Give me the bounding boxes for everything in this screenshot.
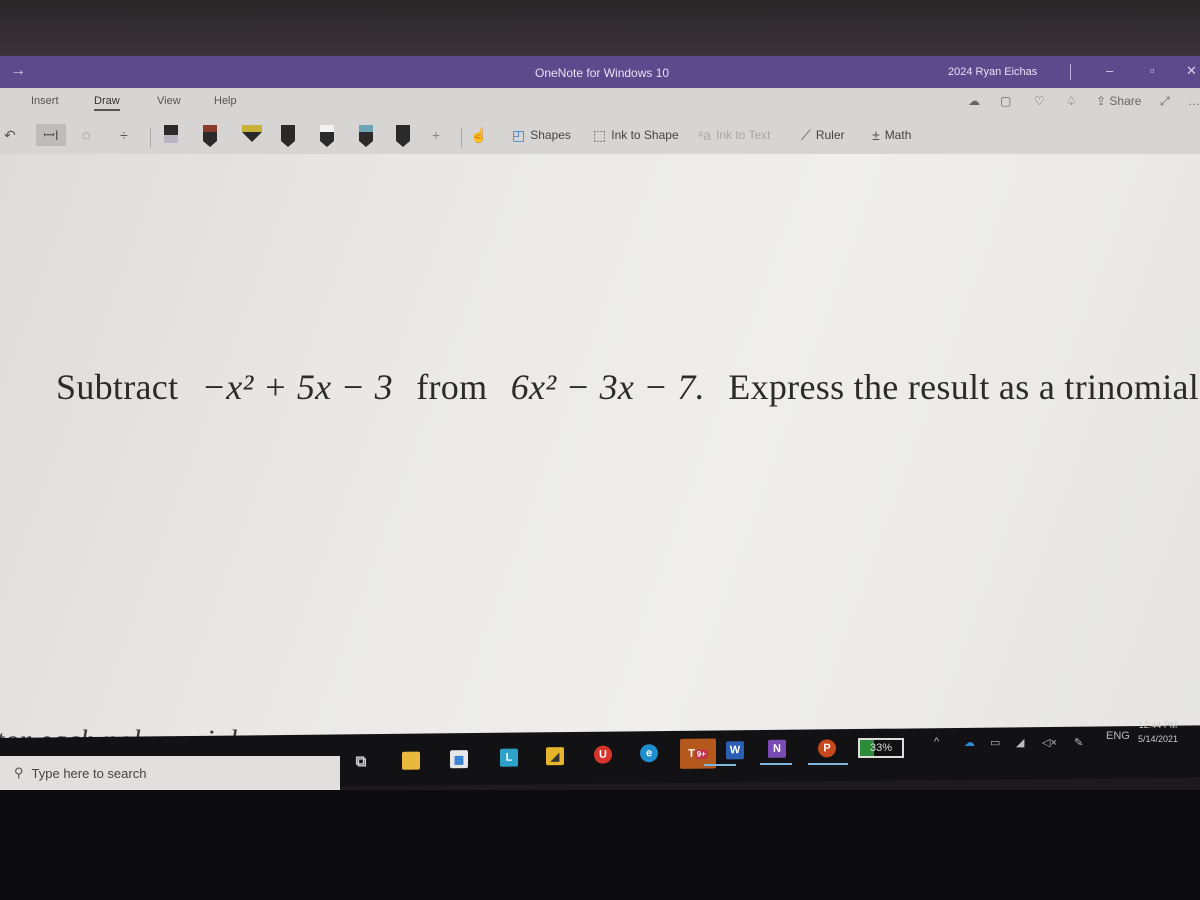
laptop-bezel	[0, 790, 1200, 900]
store-icon[interactable]: ▦	[450, 750, 468, 769]
taskbar-search[interactable]: ⚲ Type here to search	[0, 756, 340, 790]
title-bar: → OneNote for Windows 10 2024 Ryan Eicha…	[0, 56, 1200, 88]
question-text: Subtract −x² + 5x − 3 from 6x² − 3x − 7.…	[56, 366, 1200, 408]
highlighter-icon[interactable]	[242, 125, 262, 147]
tips-icon[interactable]: ♡	[1034, 94, 1045, 108]
math-icon: ±	[872, 127, 880, 143]
share-label: Share	[1109, 94, 1142, 108]
touch-draw-icon[interactable]: ☝	[470, 124, 492, 146]
notifications-icon[interactable]: ♤	[1066, 94, 1077, 108]
search-placeholder: Type here to search	[31, 765, 147, 781]
user-name[interactable]: 2024 Ryan Eichas	[948, 66, 1037, 78]
wifi-icon[interactable]: ◢	[1016, 736, 1024, 749]
tab-help[interactable]: Help	[214, 95, 237, 107]
edge-icon[interactable]: e	[640, 744, 658, 763]
ink-to-text-icon: ᵃa	[698, 127, 711, 143]
question-prefix: Subtract	[56, 367, 179, 407]
type-lasso-icon[interactable]: ꟷI	[36, 124, 66, 146]
file-explorer-icon[interactable]	[402, 751, 420, 770]
add-space-icon[interactable]: ÷	[120, 124, 133, 146]
close-button[interactable]: ✕	[1186, 63, 1197, 79]
math-label: Math	[884, 128, 912, 142]
divider	[150, 128, 151, 148]
red-app-icon[interactable]: U	[594, 745, 612, 764]
word-icon[interactable]: W	[726, 741, 744, 760]
lasso-select-icon[interactable]: ◌	[82, 124, 95, 146]
shapes-icon: ◰	[512, 126, 526, 143]
language-indicator[interactable]: ENG	[1106, 730, 1130, 742]
share-icon: ⇪	[1096, 94, 1107, 108]
sync-icon[interactable]: ☁	[968, 94, 980, 108]
pen-2-icon[interactable]	[203, 125, 217, 147]
onenote-running-indicator	[760, 763, 792, 765]
shapes-button[interactable]: ◰ Shapes	[512, 124, 571, 146]
minimize-button[interactable]: –	[1106, 63, 1113, 78]
ink-to-shape-icon: ⬚	[593, 126, 607, 143]
pen-workspace-icon[interactable]: ✎	[1074, 736, 1083, 749]
pen-5-icon[interactable]	[359, 125, 373, 147]
ink-to-text-label: Ink to Text	[716, 128, 771, 142]
ink-to-text-button[interactable]: ᵃa Ink to Text	[698, 124, 770, 146]
screen-bezel	[0, 0, 1200, 56]
onedrive-icon[interactable]: ☁	[964, 736, 975, 749]
back-arrow-icon[interactable]: →	[10, 62, 26, 80]
ribbon: Insert Draw View Help ☁ ▢ ♡ ♤ ⇪ Share ⤢ …	[0, 88, 1200, 154]
maximize-button[interactable]: ▫	[1150, 63, 1155, 78]
more-icon[interactable]: …	[1188, 94, 1200, 108]
pen-1-icon[interactable]	[164, 125, 178, 147]
volume-muted-icon[interactable]: ◁×	[1042, 736, 1057, 749]
show-hidden-icons-icon[interactable]: ^	[934, 736, 939, 748]
clock-time: 12:44 PM	[1138, 720, 1178, 730]
ink-to-shape-button[interactable]: ⬚ Ink to Shape	[593, 124, 679, 146]
expression-subtrahend: −x² + 5x − 3	[201, 367, 393, 407]
fullscreen-icon[interactable]: ⤢	[1160, 94, 1170, 109]
pen-4-icon[interactable]	[320, 125, 334, 147]
app-title: OneNote for Windows 10	[535, 66, 670, 80]
clock[interactable]: 12:44 PM 5/14/2021	[1138, 718, 1178, 746]
battery-tray-icon[interactable]: ▭	[990, 736, 1000, 749]
ink-to-shape-label: Ink to Shape	[611, 128, 679, 142]
notebooks-icon[interactable]: ▢	[1000, 94, 1011, 108]
divider	[461, 128, 462, 148]
tab-view[interactable]: View	[157, 95, 181, 107]
ruler-label: Ruler	[815, 128, 845, 142]
task-view-icon[interactable]: ⧉	[352, 752, 370, 770]
l-app-icon[interactable]: L	[500, 748, 518, 767]
ruler-button[interactable]: ⟋ Ruler	[801, 124, 845, 146]
powerpoint-running-indicator	[808, 763, 848, 765]
ruler-icon: ⟋	[801, 126, 811, 143]
search-icon: ⚲	[14, 765, 24, 780]
question-from: from	[416, 367, 488, 407]
pen-3-icon[interactable]	[281, 125, 295, 147]
shapes-label: Shapes	[530, 128, 571, 142]
sticky-notes-icon[interactable]: ◢	[546, 747, 564, 766]
question-suffix: Express the result as a trinomial.	[728, 367, 1200, 407]
share-button[interactable]: ⇪ Share	[1096, 94, 1141, 108]
onenote-icon[interactable]: N	[768, 739, 786, 758]
teams-badge: 9+	[694, 749, 708, 759]
pen-6-icon[interactable]	[396, 125, 410, 147]
powerpoint-icon[interactable]: P	[818, 739, 836, 758]
add-pen-icon[interactable]: +	[432, 124, 445, 146]
tab-draw[interactable]: Draw	[94, 95, 120, 111]
battery-percent: 33%	[869, 742, 893, 754]
expression-minuend: 6x² − 3x − 7.	[510, 367, 705, 407]
word-running-indicator	[704, 764, 736, 766]
math-button[interactable]: ± Math	[872, 124, 911, 146]
clock-date: 5/14/2021	[1138, 734, 1179, 744]
note-canvas[interactable]: Subtract −x² + 5x − 3 from 6x² − 3x − 7.…	[0, 154, 1200, 757]
undo-icon[interactable]: ↶	[4, 124, 21, 146]
tab-insert[interactable]: Insert	[31, 95, 59, 107]
divider	[1070, 64, 1071, 80]
battery-indicator[interactable]: 33%	[858, 738, 904, 758]
